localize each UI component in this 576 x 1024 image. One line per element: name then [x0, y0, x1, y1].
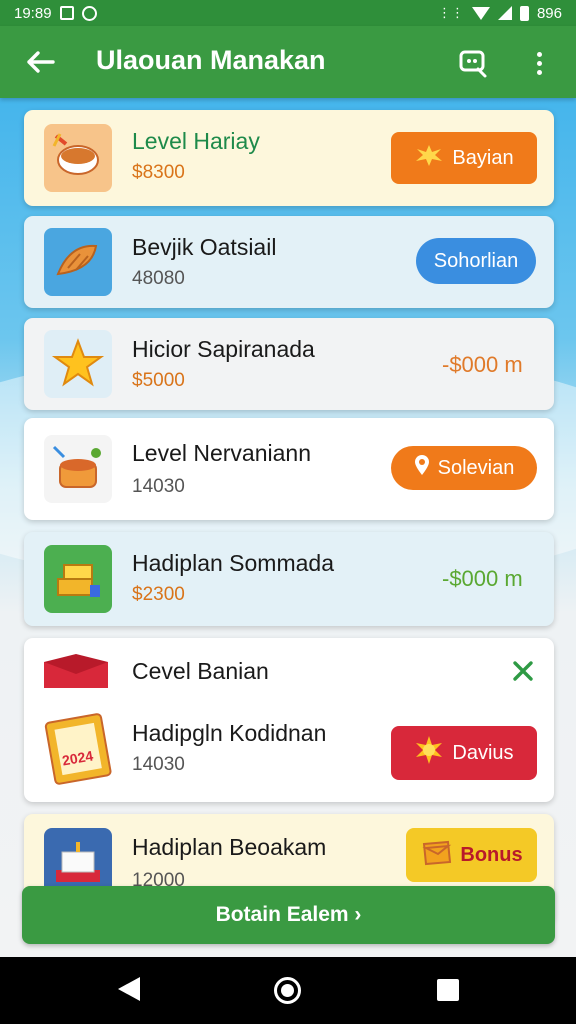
expanded-group-card: Cevel Banian 2024 Hadipgln Kodidnan 1403…: [24, 638, 554, 802]
list-item[interactable]: Level Nervaniann 14030 Solevian: [24, 418, 554, 520]
item-value: 14030: [132, 754, 185, 775]
button-label: Solevian: [437, 456, 515, 479]
price-change: -$000 m: [442, 566, 523, 591]
croissant-icon: [44, 228, 112, 296]
button-label: Bonus: [460, 843, 523, 866]
solevian-button[interactable]: Solevian: [391, 446, 537, 490]
vibrate-icon: ⋮⋮: [437, 5, 464, 20]
davius-button[interactable]: Davius: [391, 726, 537, 780]
item-value: $8300: [132, 162, 185, 183]
star-icon: [44, 330, 112, 398]
signal-icon: [497, 6, 512, 20]
item-title: Level Hariay: [132, 128, 260, 154]
pin-icon: [414, 454, 430, 482]
page-title: Ulaouan Manakan: [96, 45, 326, 75]
envelope-icon: [420, 838, 452, 872]
item-title: Hadiplan Beoakam: [132, 834, 327, 860]
item-value: $5000: [132, 370, 185, 391]
item-value: $2300: [132, 584, 185, 605]
more-options-icon[interactable]: [526, 46, 552, 80]
battery-text: 896: [536, 4, 562, 22]
button-label: Davius: [452, 741, 514, 764]
envelope-red-icon: [40, 652, 112, 694]
item-value: 14030: [132, 476, 185, 497]
notification-icon: [59, 6, 74, 20]
bottom-action-button[interactable]: Botain Ealem ›: [22, 886, 555, 944]
item-title: Hadipgln Kodidnan: [132, 720, 327, 746]
back-arrow-icon[interactable]: [22, 44, 58, 80]
burst-icon: [414, 143, 444, 173]
list-item[interactable]: Hadiplan Sommada $2300 -$000 m: [24, 532, 554, 626]
clock: 19:89: [14, 4, 52, 22]
content-area: Level Hariay $8300 Bayian Bevjik Oatsiai…: [0, 98, 576, 957]
sohorlian-button[interactable]: Sohorlian: [416, 238, 536, 284]
nav-home-icon[interactable]: [274, 977, 301, 1004]
calendar-badge-icon: 2024: [44, 710, 114, 786]
soup-pot-icon: [44, 435, 112, 503]
status-bar: 19:89 ⋮⋮ 896: [0, 0, 576, 26]
list-item[interactable]: Level Hariay $8300 Bayian: [24, 110, 554, 206]
system-nav-bar: [0, 957, 576, 1024]
list-item[interactable]: Hicior Sapiranada $5000 -$000 m: [24, 318, 554, 410]
sun-burst-icon: [414, 735, 444, 771]
battery-icon: [519, 5, 529, 21]
gift-stack-icon: [44, 545, 112, 613]
button-label: Bayian: [452, 146, 514, 169]
item-title: Hicior Sapiranada: [132, 336, 315, 362]
sync-icon: [81, 5, 97, 21]
nav-back-icon[interactable]: [118, 977, 140, 1001]
item-title: Level Nervaniann: [132, 440, 312, 466]
list-item[interactable]: Bevjik Oatsiail 48080 Sohorlian: [24, 216, 554, 308]
wifi-icon: [471, 6, 490, 20]
soup-bowl-icon: [44, 124, 112, 192]
group-title: Cevel Banian: [132, 658, 269, 684]
item-title: Hadiplan Sommada: [132, 550, 335, 576]
bonus-button[interactable]: Bonus: [406, 828, 537, 882]
button-label: Sohorlian: [433, 249, 519, 272]
item-value: 48080: [132, 268, 185, 289]
app-bar: Ulaouan Manakan: [0, 26, 576, 98]
chat-search-icon[interactable]: [456, 46, 490, 80]
close-icon[interactable]: [510, 658, 536, 684]
item-title: Bevjik Oatsiail: [132, 234, 277, 260]
nav-recents-icon[interactable]: [437, 979, 459, 1001]
bayian-button[interactable]: Bayian: [391, 132, 537, 184]
price-change: -$000 m: [442, 352, 523, 377]
